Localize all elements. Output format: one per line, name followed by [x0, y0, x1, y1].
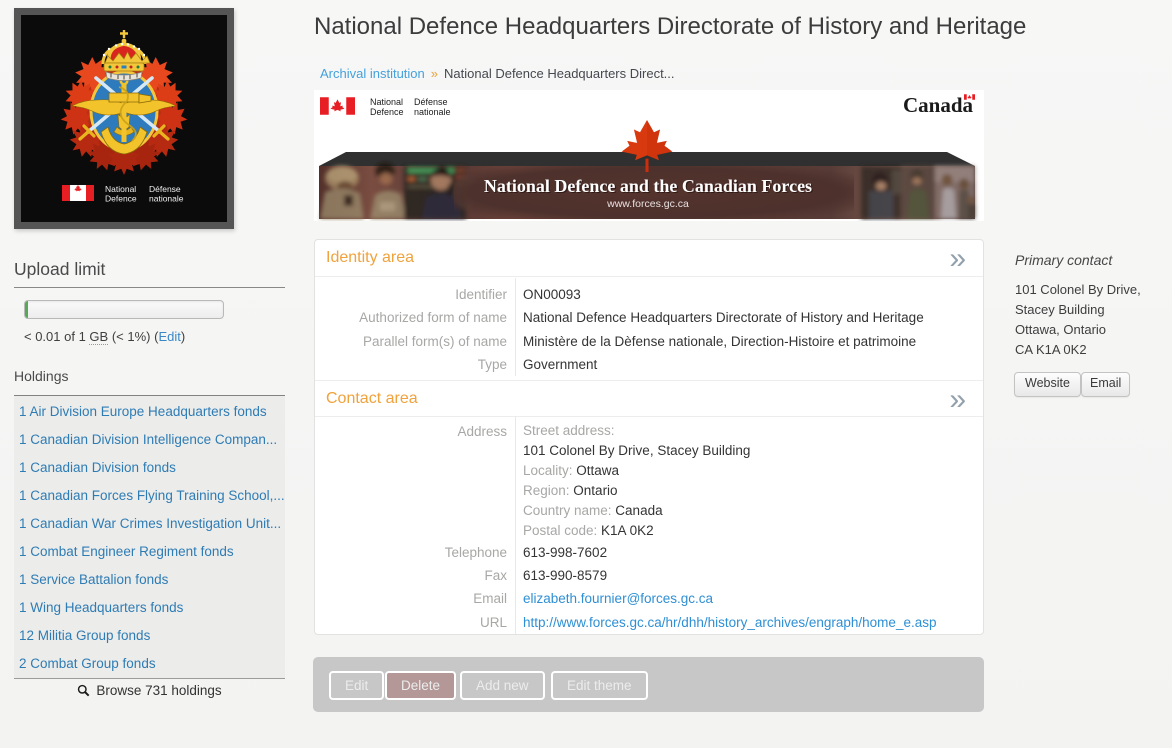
svg-text:National Defence and the Canad: National Defence and the Canadian Forces: [484, 176, 812, 196]
svg-text:www.forces.gc.ca: www.forces.gc.ca: [606, 198, 689, 210]
svg-text:Défense: Défense: [149, 184, 181, 194]
svg-text:nationale: nationale: [149, 194, 184, 204]
svg-text:Defence: Defence: [105, 194, 137, 204]
svg-text:National: National: [105, 184, 136, 194]
